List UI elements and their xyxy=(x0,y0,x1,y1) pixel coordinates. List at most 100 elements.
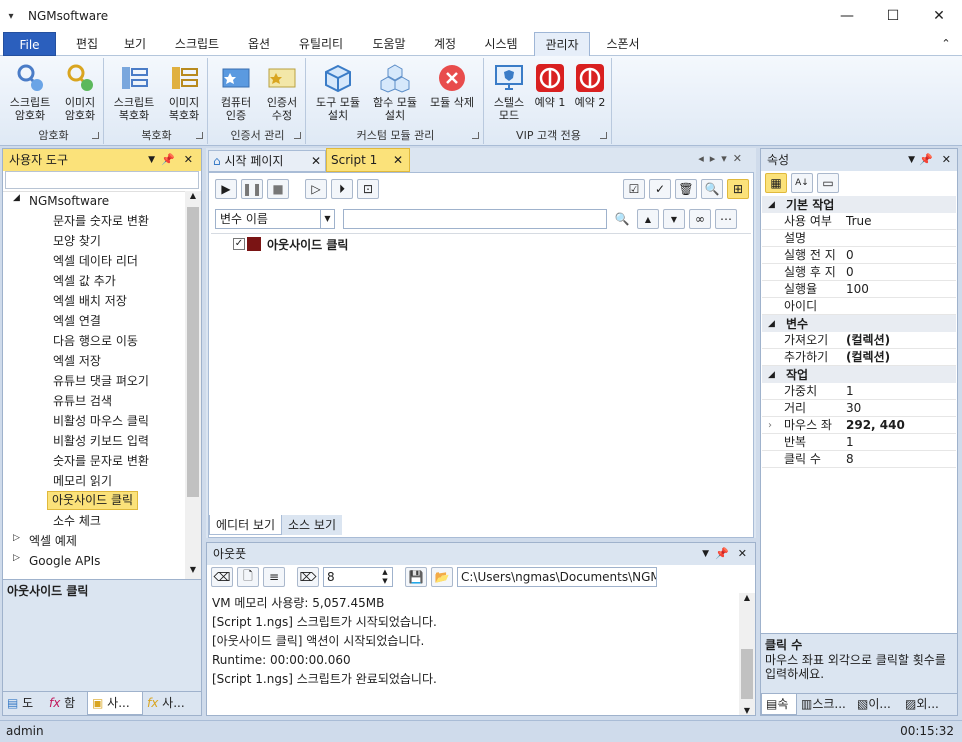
property-row[interactable]: 클릭 수8 xyxy=(762,451,956,468)
reserve-2-button[interactable]: 예약 2 xyxy=(570,62,610,109)
tree-item[interactable]: 비활성 키보드 입력 xyxy=(53,431,149,451)
collapse-icon[interactable]: ◢ xyxy=(768,315,775,333)
collapse-icon[interactable]: ◢ xyxy=(768,366,775,384)
tab-editor-view[interactable]: 에디터 보기 xyxy=(209,515,283,535)
property-row[interactable]: 반복 1 xyxy=(762,434,956,451)
stepper-arrows-icon[interactable]: ▲ ▼ xyxy=(378,568,392,586)
panel-menu-icon[interactable]: ▼ xyxy=(148,149,155,171)
tree-item[interactable]: 유튜브 검색 xyxy=(53,391,112,411)
tab-script-1[interactable]: Script 1 ✕ xyxy=(326,148,410,172)
output-path-field[interactable]: C:\Users\ngmas\Documents\NGM6\ xyxy=(457,567,657,587)
property-row[interactable]: 거리 30 xyxy=(762,400,956,417)
tree-item[interactable]: 유튜브 댓글 펴오기 xyxy=(53,371,149,391)
tab-images[interactable]: ▧이... xyxy=(853,694,901,715)
property-row[interactable]: 가중치 1 xyxy=(762,383,956,400)
tab-source-view[interactable]: 소스 보기 xyxy=(282,515,342,535)
tree-scrollbar[interactable]: ▲ ▼ xyxy=(185,191,201,579)
install-function-module-button[interactable]: 함수 모듈 설치 xyxy=(366,62,424,122)
categorized-icon[interactable]: ▦ xyxy=(765,173,787,193)
edit-certificate-button[interactable]: 인증서 수정 xyxy=(258,62,306,122)
scroll-up-icon[interactable]: ▲ xyxy=(185,191,201,205)
computer-auth-button[interactable]: 컴퓨터 인증 xyxy=(212,62,260,122)
minimize-button[interactable]: — xyxy=(824,0,870,32)
tab-start-page[interactable]: ⌂ 시작 페이지 ✕ xyxy=(208,150,326,172)
check-icon[interactable]: ✓ xyxy=(649,179,671,199)
pin-icon[interactable]: 📌 xyxy=(919,149,933,171)
panel-close-icon[interactable]: ✕ xyxy=(738,543,747,565)
tab-file[interactable]: File xyxy=(3,32,56,56)
tree-item[interactable]: 엑셀 데이타 리더 xyxy=(53,251,138,271)
stop-icon[interactable]: ■ xyxy=(267,179,289,199)
tree-item[interactable]: 비활성 마우스 클릭 xyxy=(53,411,149,431)
collapse-icon[interactable]: ◢ xyxy=(768,196,775,214)
expand-icon[interactable]: › xyxy=(768,417,772,434)
check-all-icon[interactable]: ☑ xyxy=(623,179,645,199)
panel-menu-icon[interactable]: ▼ xyxy=(908,149,915,171)
reserve-1-button[interactable]: 예약 1 xyxy=(530,62,570,109)
expand-icon[interactable]: ▷ xyxy=(13,533,20,543)
pin-icon[interactable]: 📌 xyxy=(715,543,729,565)
tab-close-icon[interactable]: ✕ xyxy=(311,151,321,171)
tab-edit[interactable]: 편집 xyxy=(66,32,108,56)
property-row[interactable]: 실행 후 지0 xyxy=(762,264,956,281)
tab-system[interactable]: 시스템 xyxy=(474,32,528,56)
tab-view[interactable]: 보기 xyxy=(114,32,156,56)
tab-external[interactable]: ▨외... xyxy=(901,694,957,715)
infinity-icon[interactable]: ∞ xyxy=(689,209,711,229)
tab-properties[interactable]: ▤속 xyxy=(761,694,797,715)
scroll-up-icon[interactable]: ▲ xyxy=(739,593,755,602)
pause-icon[interactable]: ❚❚ xyxy=(241,179,263,199)
search-icon[interactable]: 🔍 xyxy=(611,209,633,229)
tree-item[interactable]: 문자를 숫자로 변환 xyxy=(53,211,149,231)
tree-item-selected[interactable]: 아웃사이드 클릭 xyxy=(47,491,139,510)
step-play-icon[interactable]: ▷ xyxy=(305,179,327,199)
action-checkbox[interactable]: ✓ xyxy=(233,238,245,250)
close-button[interactable]: ✕ xyxy=(916,0,962,32)
panel-close-icon[interactable]: ✕ xyxy=(184,149,193,171)
chevron-down-icon[interactable]: ▼ xyxy=(320,210,334,228)
tab-tools[interactable]: ▤ 도 xyxy=(3,692,45,715)
encrypt-script-button[interactable]: 스크립트 암호화 xyxy=(6,62,54,122)
property-row[interactable]: 실행율 100 xyxy=(762,281,956,298)
expand-icon[interactable]: ▷ xyxy=(13,553,20,563)
folder-icon[interactable]: 📂 xyxy=(431,567,453,587)
property-row[interactable]: 추가하기 (컬렉션) xyxy=(762,349,956,366)
property-row[interactable]: 사용 여부 True xyxy=(762,213,956,230)
decrypt-image-button[interactable]: 이미지 복호화 xyxy=(160,62,208,122)
tree-item[interactable]: 엑셀 값 추가 xyxy=(53,271,116,291)
property-pages-icon[interactable]: ▭ xyxy=(817,173,839,193)
expand-icon[interactable]: ◢ xyxy=(13,193,20,203)
tree-item[interactable]: 다음 행으로 이동 xyxy=(53,331,138,351)
step-into-icon[interactable]: ⏵ xyxy=(331,179,353,199)
more-icon[interactable]: ⋯ xyxy=(715,209,737,229)
property-row[interactable]: 설명 xyxy=(762,230,956,247)
tree-view-icon[interactable]: ⊞ xyxy=(727,179,749,199)
scroll-thumb[interactable] xyxy=(187,207,199,497)
tab-close-icon[interactable]: ✕ xyxy=(393,149,403,171)
tree-group[interactable]: Google APIs xyxy=(29,551,100,571)
scroll-thumb[interactable] xyxy=(741,649,753,699)
user-tools-search-input[interactable] xyxy=(5,171,199,189)
output-scrollbar[interactable]: ▲ ▼ xyxy=(739,593,755,715)
tab-user-functions[interactable]: fx 사... xyxy=(143,692,199,715)
scroll-down-icon[interactable]: ▼ xyxy=(185,565,201,579)
property-category[interactable]: ◢ 기본 작업 xyxy=(762,196,956,214)
property-row[interactable]: 실행 전 지0 xyxy=(762,247,956,264)
up-icon[interactable]: ▲ xyxy=(637,209,659,229)
scroll-down-icon[interactable]: ▼ xyxy=(739,706,755,715)
delete-icon[interactable]: 🗑 xyxy=(675,179,697,199)
property-row[interactable]: 가져오기 (컬렉션) xyxy=(762,332,956,349)
new-output-icon[interactable]: 🗋 xyxy=(237,567,259,587)
panel-close-icon[interactable]: ✕ xyxy=(942,149,951,171)
tab-functions[interactable]: fx 함 xyxy=(45,692,87,715)
tree-item[interactable]: 메모리 읽기 xyxy=(53,471,112,491)
property-row[interactable]: › 마우스 좌 292, 440 xyxy=(762,417,956,434)
step-over-icon[interactable]: ⊡ xyxy=(357,179,379,199)
action-node-label[interactable]: 아웃사이드 클릭 xyxy=(267,236,348,253)
tree-item[interactable]: 엑셀 배치 저장 xyxy=(53,291,127,311)
variable-search-input[interactable] xyxy=(343,209,607,229)
tab-user-tools[interactable]: ▣ 사... xyxy=(87,692,143,715)
property-row[interactable]: 아이디 xyxy=(762,298,956,315)
ribbon-collapse-icon[interactable]: ⌃ xyxy=(936,32,956,56)
tree-item[interactable]: 숫자를 문자로 변환 xyxy=(53,451,149,471)
